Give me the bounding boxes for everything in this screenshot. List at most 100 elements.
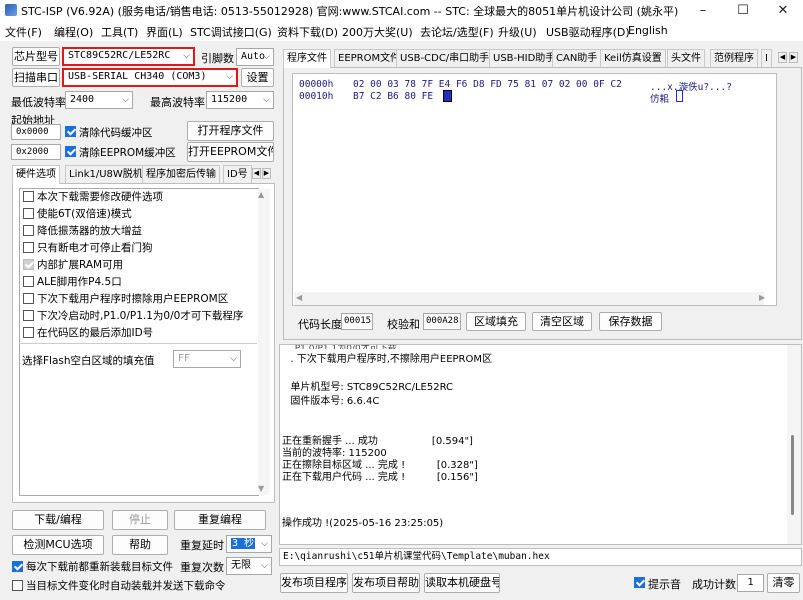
minimize-button[interactable]: – [683, 1, 723, 20]
option-checkbox[interactable] [23, 310, 34, 321]
tab-serial-assistant[interactable]: USB-CDC/串口助手 [396, 49, 494, 67]
menu-file[interactable]: 文件(F) [5, 24, 42, 40]
option-checkbox[interactable] [23, 327, 34, 338]
port-select[interactable]: USB-SERIAL CH340 (COM3) ⌵ [62, 68, 238, 87]
option-checkbox[interactable] [23, 225, 34, 236]
fill-area-button[interactable]: 区域填充 [466, 312, 526, 331]
fill-value-label: 选择Flash空白区域的填充值 [22, 355, 155, 367]
eeprom-address-input[interactable]: 0x2000 [11, 144, 61, 160]
clear-area-button[interactable]: 清空区域 [532, 312, 592, 331]
success-count-label: 成功计数 [692, 578, 736, 591]
menu-prize[interactable]: 200万大奖(U) [342, 24, 413, 40]
publish-help-button[interactable]: 发布项目帮助 [352, 573, 420, 593]
menu-program[interactable]: 编程(O) [54, 24, 93, 40]
menu-tools[interactable]: 工具(T) [101, 24, 138, 40]
option-checkbox[interactable] [23, 242, 34, 253]
scroll-right-icon[interactable]: ▶ [759, 293, 765, 302]
tab-scroll-left-icon[interactable]: ◀ [778, 52, 787, 63]
option-checkbox[interactable] [23, 276, 34, 287]
tab-eeprom-file[interactable]: EEPROM文件 [334, 49, 405, 67]
tab-more[interactable]: I [761, 49, 772, 67]
hex-cursor [443, 90, 452, 102]
tab-hid-assistant[interactable]: USB-HID助手 [489, 49, 560, 67]
tab-hardware[interactable]: 硬件选项 [12, 165, 60, 184]
min-baud-label: 最低波特率 [11, 96, 66, 109]
open-eeprom-button[interactable]: 打开EEPROM文件 [187, 142, 274, 162]
tab-scroll-left-icon[interactable]: ◀ [252, 168, 261, 179]
settings-button[interactable]: 设置 [241, 68, 274, 87]
window-title: STC-ISP (V6.92A) (服务电话/销售电话: 0513-550129… [21, 5, 679, 18]
close-button[interactable]: ✕ [763, 1, 803, 20]
option-checkbox[interactable] [23, 293, 34, 304]
repeat-delay-select[interactable]: 3 秒 ⌵ [226, 535, 272, 553]
min-baud-select[interactable]: 2400 ⌵ [65, 91, 133, 109]
menu-interface[interactable]: 界面(L) [146, 24, 183, 40]
scan-port-button[interactable]: 扫描串口 [12, 68, 60, 87]
chevron-down-icon: ⌵ [226, 72, 233, 82]
menu-upgrade[interactable]: 升级(U) [498, 24, 537, 40]
option-label: 下次冷启动时,P1.0/P1.1为0/0才可下载程序 [37, 310, 244, 322]
log-scrollbar[interactable] [787, 345, 801, 544]
option-checkbox[interactable] [23, 191, 34, 202]
tab-encrypt[interactable]: 程序加密后传输 [142, 165, 220, 183]
option-label: 内部扩展RAM可用 [37, 259, 124, 271]
repeat-count-label: 重复次数 [180, 561, 224, 574]
file-path: E:\qianrushi\c51单片机课堂代码\Template\muban.h… [283, 551, 550, 562]
code-address-input[interactable]: 0x0000 [11, 124, 61, 140]
log-line-partial: . P1.0/P1.1为0/0才可下载 [289, 344, 397, 349]
tab-keil-settings[interactable]: Keil仿真设置 [600, 49, 666, 67]
option-label: 只有断电才可停止看门狗 [37, 242, 153, 254]
menu-debug[interactable]: STC调试接口(G) [190, 24, 272, 40]
clear-eeprom-checkbox[interactable] [65, 146, 76, 157]
help-button[interactable]: 帮助 [112, 535, 168, 555]
fill-value-select[interactable]: FF ⌵ [173, 350, 241, 368]
menu-forum[interactable]: 去论坛/选型(F) [420, 24, 494, 40]
menu-download[interactable]: 资料下载(D) [277, 24, 338, 40]
option-checkbox[interactable] [23, 208, 34, 219]
open-program-button[interactable]: 打开程序文件 [187, 121, 274, 141]
hex-hscrollbar[interactable] [294, 292, 764, 305]
chip-label-button[interactable]: 芯片型号 [12, 47, 60, 66]
scroll-down-icon[interactable]: ▼ [258, 484, 264, 493]
clear-eeprom-label: 清除EEPROM缓冲区 [79, 147, 176, 159]
repeat-program-button[interactable]: 重复编程 [174, 510, 266, 530]
stop-button[interactable]: 停止 [112, 510, 168, 530]
max-baud-select[interactable]: 115200 ⌵ [206, 91, 274, 109]
option-label: 在代码区的最后添加ID号 [37, 327, 154, 339]
auto-send-checkbox[interactable] [12, 580, 23, 591]
tab-id[interactable]: ID号 [223, 165, 252, 183]
tab-header-file[interactable]: 头文件 [667, 49, 705, 67]
menu-usb-driver[interactable]: USB驱动程序(D) [546, 24, 630, 40]
ascii-cursor [676, 90, 683, 102]
menu-english[interactable]: English [628, 24, 668, 37]
log-line: 正在下载用户代码 ... 完成 ! [0.156"] [282, 472, 478, 483]
scroll-left-icon[interactable]: ◀ [296, 293, 302, 302]
clear-code-checkbox[interactable] [65, 126, 76, 137]
publish-program-button[interactable]: 发布项目程序 [280, 573, 348, 593]
pins-select[interactable]: Auto ⌵ [236, 48, 274, 66]
tab-can-assistant[interactable]: CAN助手 [552, 49, 602, 67]
chip-select[interactable]: STC89C52RC/LE52RC ⌵ [62, 47, 195, 66]
code-length-label: 代码长度 [298, 318, 342, 331]
tab-scroll-right-icon[interactable]: ▶ [262, 168, 271, 179]
read-disk-button[interactable]: 读取本机硬盘号 [424, 573, 500, 593]
log-scroll-thumb[interactable] [791, 435, 794, 515]
clear-count-button[interactable]: 清零 [767, 573, 800, 593]
scroll-up-icon[interactable]: ▲ [258, 190, 264, 199]
success-count-value: 1 [737, 574, 764, 592]
detect-mcu-button[interactable]: 检测MCU选项 [12, 535, 104, 555]
save-data-button[interactable]: 保存数据 [599, 312, 662, 331]
repeat-count-select[interactable]: 无限 ⌵ [226, 557, 272, 575]
options-scrollbar[interactable] [258, 189, 270, 495]
clear-code-label: 清除代码缓冲区 [79, 127, 153, 139]
tab-link1[interactable]: Link1/U8W脱机 [65, 165, 147, 183]
tab-examples[interactable]: 范例程序 [710, 49, 758, 67]
tab-scroll-right-icon[interactable]: ▶ [789, 52, 798, 63]
max-baud-label: 最高波特率 [150, 96, 205, 109]
download-program-button[interactable]: 下载/编程 [12, 510, 104, 530]
option-checkbox[interactable] [23, 259, 34, 270]
beep-checkbox[interactable] [634, 577, 645, 588]
maximize-button[interactable]: ☐ [723, 1, 763, 20]
tab-program-file[interactable]: 程序文件 [283, 49, 331, 68]
reload-file-checkbox[interactable] [12, 561, 23, 572]
